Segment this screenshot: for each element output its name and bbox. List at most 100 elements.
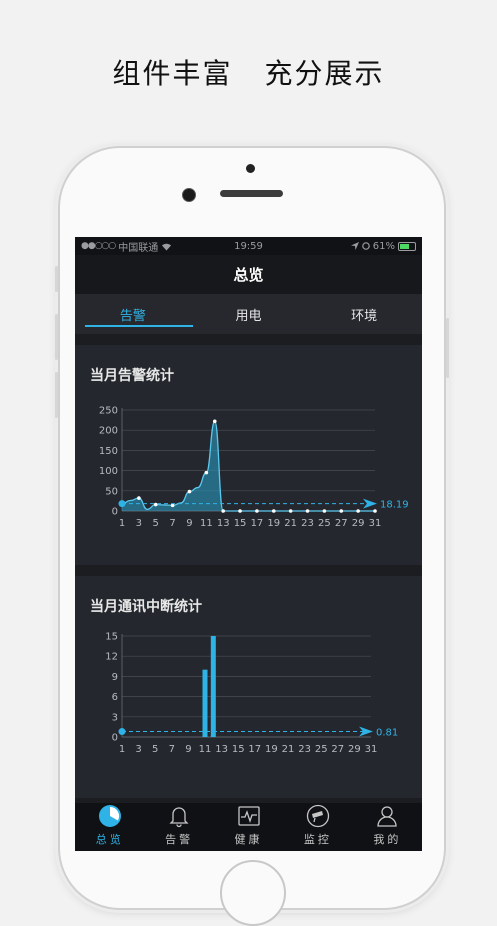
x-tick-label: 15	[232, 744, 245, 755]
x-tick-label: 21	[282, 744, 295, 755]
nav-bar: 总览	[75, 255, 422, 294]
x-tick-label: 25	[318, 518, 331, 529]
bar	[210, 636, 216, 737]
tab-environment[interactable]: 环境	[306, 294, 422, 334]
app-screen: ●●○○○ 中国联通 19:59 61% 总览 告警 用电 环境 当月告警统计 …	[75, 237, 422, 851]
x-tick-label: 11	[200, 518, 213, 529]
promo-part2: 充分展示	[264, 57, 385, 90]
data-point	[187, 489, 192, 494]
heartbeat-icon	[237, 806, 260, 826]
x-tick-label: 7	[169, 744, 175, 755]
y-tick-label: 6	[112, 692, 118, 703]
data-point	[212, 419, 217, 424]
proximity-sensor	[246, 164, 255, 173]
tabbar-label: 健康	[234, 833, 263, 846]
data-point	[221, 509, 225, 513]
x-tick-label: 15	[234, 518, 247, 529]
y-tick-label: 250	[99, 406, 118, 417]
data-point	[238, 509, 242, 513]
user-icon	[377, 806, 397, 827]
wifi-icon	[162, 243, 172, 250]
data-point	[356, 509, 360, 513]
mute-switch	[55, 266, 58, 292]
data-point	[305, 509, 310, 513]
y-tick-label: 15	[105, 632, 118, 643]
segment-tabs: 告警 用电 环境	[75, 294, 422, 334]
tabbar-item-health[interactable]: 健康	[214, 803, 283, 851]
x-tick-label: 7	[169, 518, 175, 529]
x-tick-label: 19	[265, 744, 278, 755]
y-tick-label: 150	[99, 446, 118, 457]
home-button[interactable]	[220, 860, 286, 926]
bar	[202, 669, 208, 737]
x-tick-label: 29	[348, 744, 361, 755]
x-tick-label: 23	[301, 518, 314, 529]
average-label: 18.19	[380, 500, 409, 511]
carrier-label: 中国联通	[118, 242, 159, 254]
tabbar-label: 我的	[373, 833, 402, 846]
x-tick-label: 9	[186, 518, 192, 529]
data-point	[272, 509, 276, 513]
front-camera	[182, 188, 196, 202]
alarm-area-chart: 0501001502002501 3 5 7 9 11 13 15 17 19 21 23 25 27 29…	[99, 406, 409, 530]
tabbar-label: 告警	[165, 833, 194, 846]
y-tick-label: 9	[112, 672, 118, 683]
x-tick-label: 9	[185, 744, 191, 755]
tab-indicator	[85, 325, 193, 327]
volume-up-button	[55, 314, 58, 360]
y-tick-label: 100	[99, 466, 118, 477]
y-tick-label: 3	[112, 712, 118, 723]
camera-icon	[306, 804, 330, 828]
comm-bar-chart: 036912151 3 5 7 9 11 13 15 17 19 21 23 25 27 29 310.81	[105, 632, 398, 756]
location-icon	[350, 242, 359, 250]
tabbar-item-alarm[interactable]: 告警	[144, 803, 213, 851]
x-tick-label: 3	[135, 744, 141, 755]
x-tick-label: 1	[119, 518, 125, 529]
tabbar-item-mine[interactable]: 我的	[353, 803, 422, 851]
x-tick-label: 13	[217, 518, 230, 529]
power-button	[446, 318, 449, 378]
bottom-tab-bar: 总览 告警 健康 监控 我的	[75, 803, 422, 851]
y-tick-label: 200	[99, 426, 118, 437]
comm-stats-card: 当月通讯中断统计 0 3 6 9 12 15 1 3 5 7 9 11 13 15 17 19 21 23 25 27…	[75, 576, 422, 798]
data-point	[288, 509, 293, 513]
x-tick-label: 11	[199, 744, 212, 755]
average-label: 0.81	[376, 728, 398, 739]
average-arrow	[363, 498, 377, 509]
battery-icon	[397, 241, 416, 251]
x-tick-label: 27	[335, 518, 348, 529]
tabbar-label: 总览	[95, 833, 124, 846]
promo-part1: 组件丰富	[112, 57, 233, 90]
data-point	[339, 509, 344, 513]
x-tick-label: 1	[119, 744, 125, 755]
x-tick-label: 23	[298, 744, 311, 755]
x-tick-label: 19	[267, 518, 280, 529]
data-point	[373, 509, 377, 513]
series-line	[121, 420, 375, 512]
x-tick-label: 31	[365, 744, 378, 755]
y-tick-label: 0	[112, 507, 118, 518]
alarm-clock-icon	[361, 242, 370, 250]
status-bar: ●●○○○ 中国联通 19:59 61%	[75, 237, 422, 255]
earpiece-speaker	[220, 190, 283, 197]
y-tick-label: 50	[105, 486, 118, 497]
x-tick-label: 5	[152, 744, 158, 755]
tab-power[interactable]: 用电	[191, 294, 307, 334]
x-tick-label: 17	[248, 744, 261, 755]
signal-dots: ●●○○○	[81, 241, 116, 251]
x-tick-label: 27	[331, 744, 344, 755]
tabbar-label: 监控	[303, 833, 332, 846]
data-point	[204, 470, 209, 475]
y-tick-label: 12	[105, 652, 118, 663]
tab-alarm[interactable]: 告警	[75, 294, 191, 334]
clock-pie-icon	[98, 805, 121, 827]
data-point	[137, 496, 141, 500]
tabbar-item-overview[interactable]: 总览	[75, 803, 144, 851]
x-tick-label: 29	[352, 518, 365, 529]
data-point	[255, 509, 259, 513]
alarm-stats-card: 当月告警统计 0 50 100 150 200 250 1 3 5 7 9 11 13 15 17 19 21 2…	[75, 345, 422, 565]
tabbar-item-monitor[interactable]: 监控	[283, 803, 352, 851]
x-tick-label: 3	[136, 518, 142, 529]
x-tick-label: 31	[369, 518, 382, 529]
bell-icon	[169, 807, 189, 828]
